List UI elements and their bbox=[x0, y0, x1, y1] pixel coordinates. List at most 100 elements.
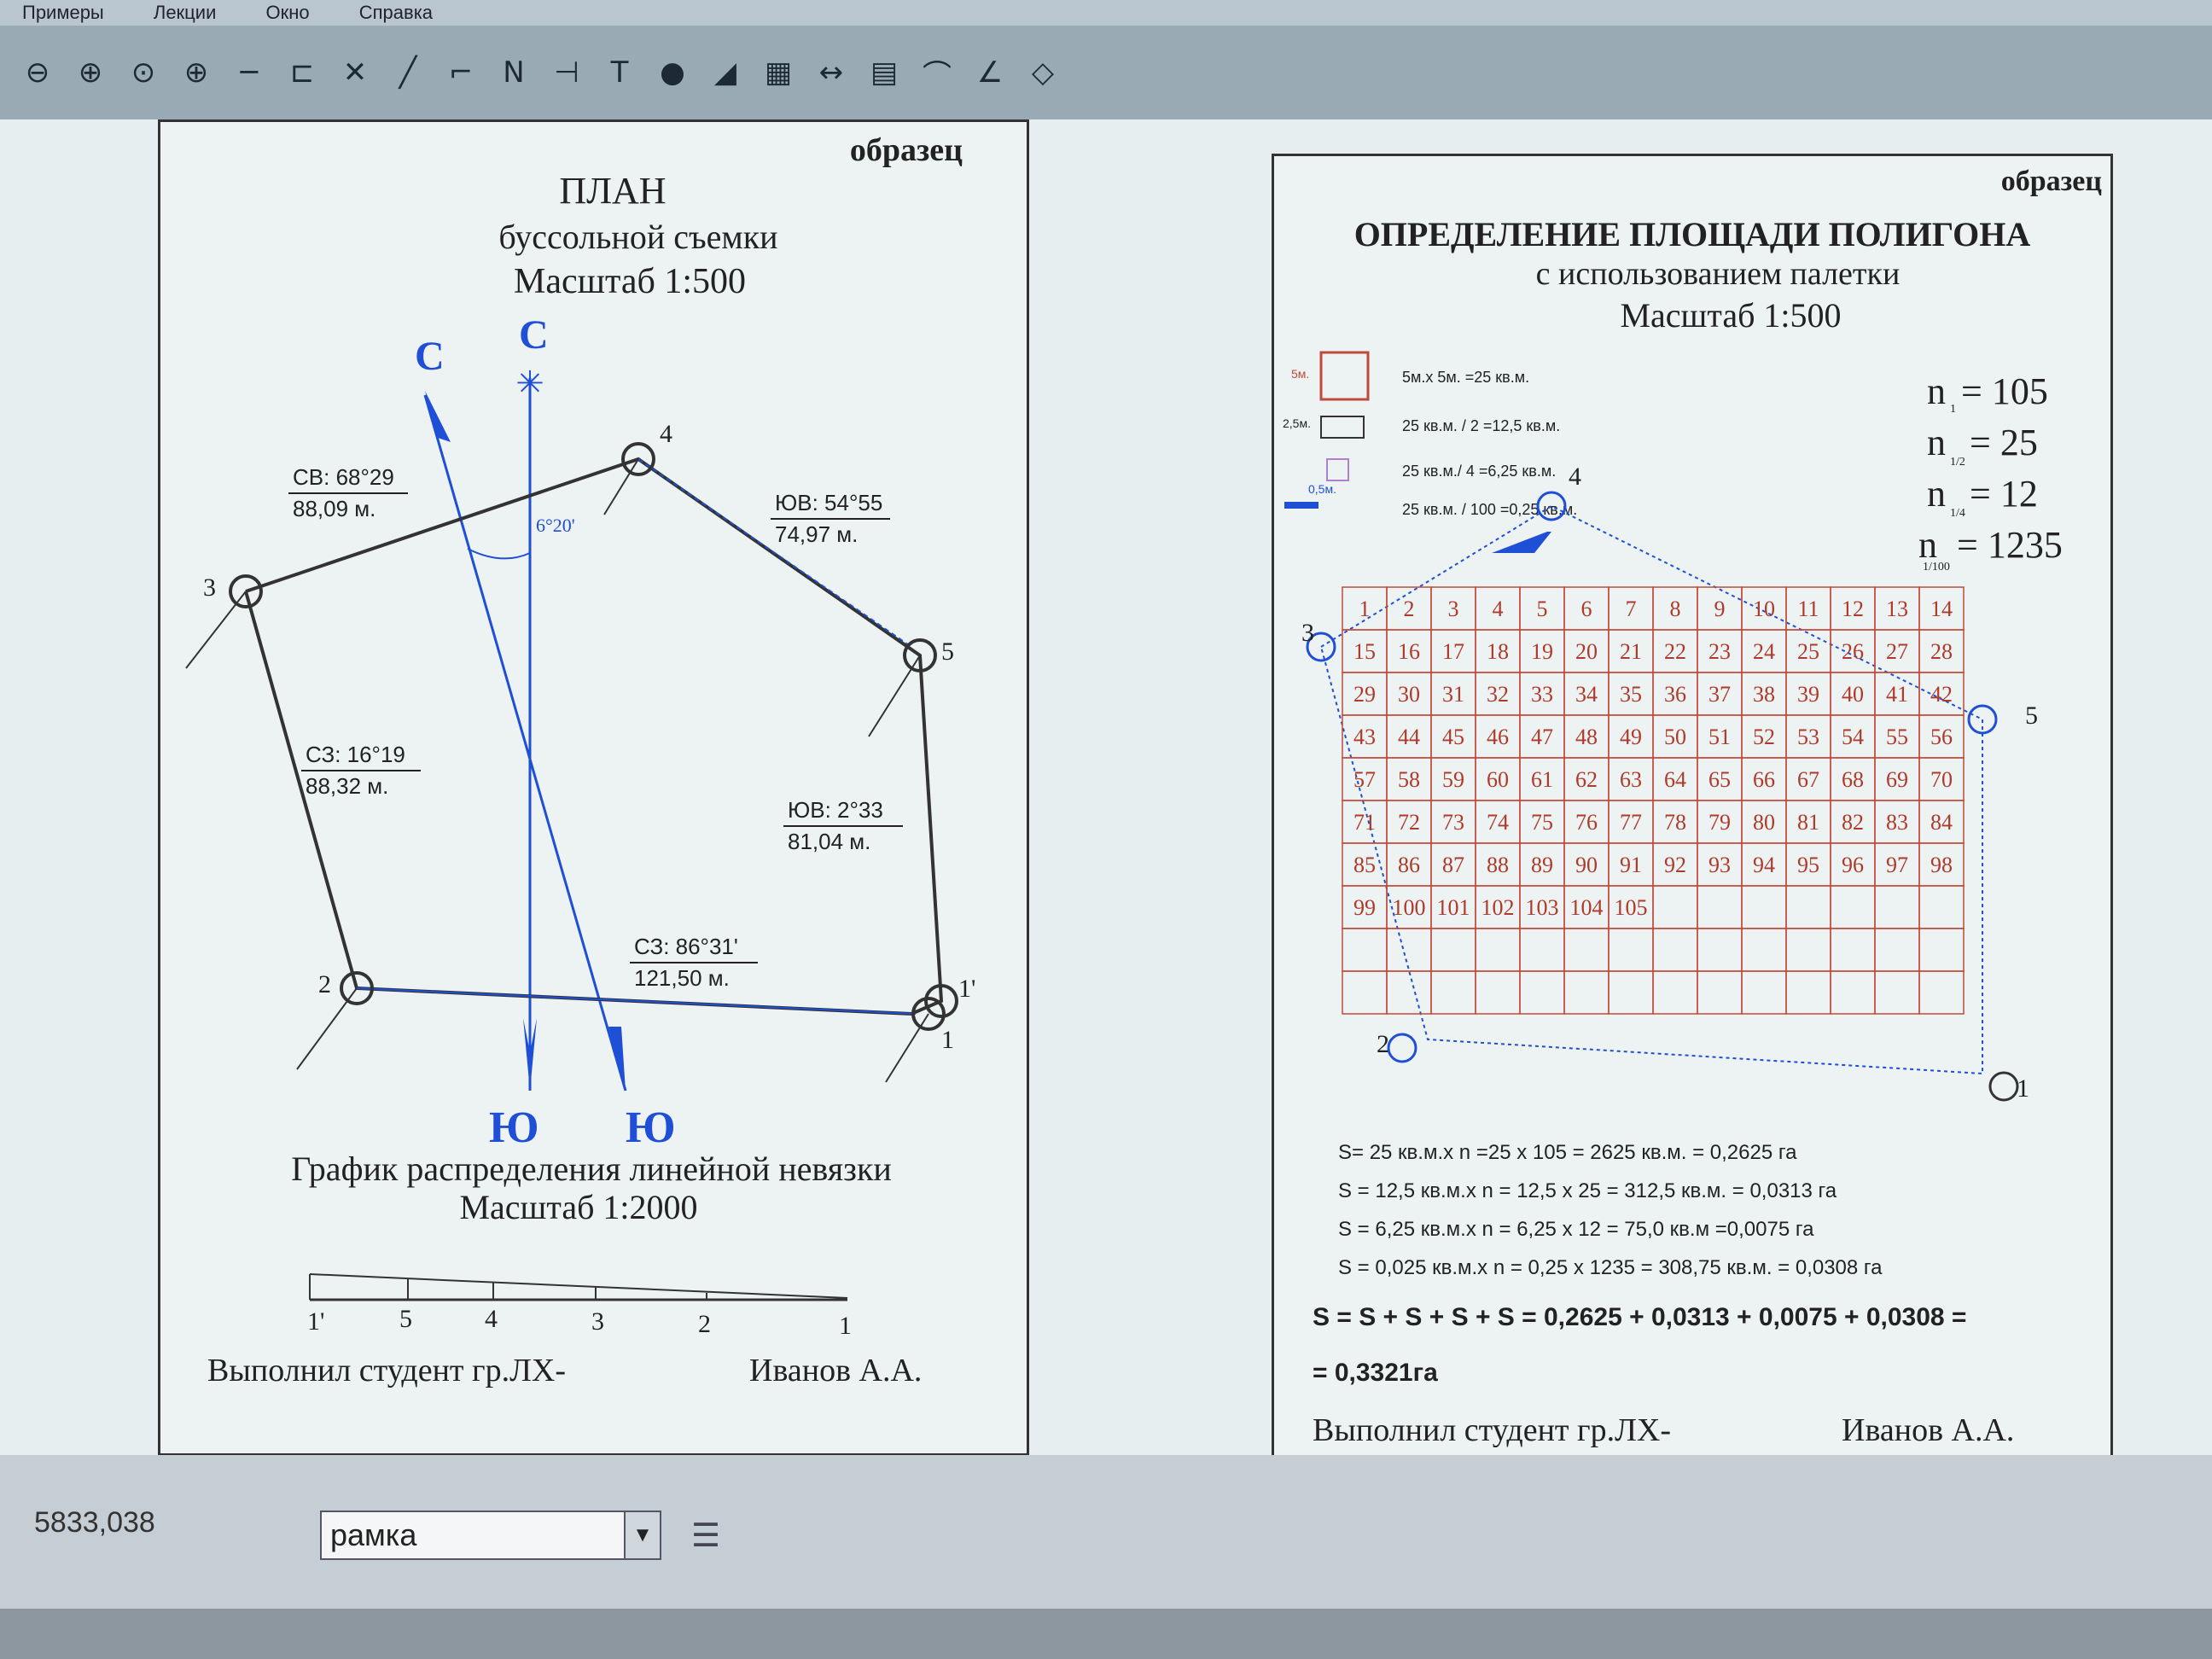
grid-cell-number: 86 bbox=[1398, 853, 1420, 877]
bearing-dir-1-2: СЗ: 86°31' bbox=[634, 934, 738, 959]
graph-title: График распределения линейной невязки bbox=[291, 1150, 892, 1188]
grid-cell bbox=[1608, 928, 1654, 972]
grid-cell-number: 1 bbox=[1359, 597, 1371, 621]
legend-square-half bbox=[1320, 416, 1365, 439]
grid-cell-number: 99 bbox=[1353, 895, 1376, 920]
grid-cell-number: 60 bbox=[1487, 767, 1509, 792]
legend-mark-5m: 5м. bbox=[1291, 367, 1309, 381]
zoom-in-icon[interactable]: ⊕ bbox=[70, 52, 111, 93]
grid-cell-number: 28 bbox=[1930, 639, 1953, 664]
count-n2-sub: 1/2 bbox=[1950, 456, 1965, 469]
area-subtitle: с использованием палетки bbox=[1536, 256, 1901, 292]
formula-3: S = 6,25 кв.м.х n = 6,25 х 12 = 75,0 кв.… bbox=[1338, 1218, 1814, 1241]
area-polygon bbox=[1319, 504, 1983, 1075]
menu-item-window[interactable]: Окно bbox=[243, 0, 331, 26]
left-sheet: образец ПЛАН буссольной съемки Масштаб 1… bbox=[158, 119, 1029, 1456]
grid-cell-number: 58 bbox=[1398, 767, 1420, 792]
grid-icon[interactable]: ▦ bbox=[758, 52, 799, 93]
grid-cell-number: 72 bbox=[1398, 810, 1420, 835]
layer-icon[interactable]: ▤ bbox=[864, 52, 905, 93]
sample-label: образец bbox=[850, 132, 963, 168]
bearing-dir-3-4: СВ: 68°29 bbox=[293, 464, 394, 490]
fill-icon[interactable]: ◢ bbox=[705, 52, 746, 93]
graph-tick-1: 1 bbox=[839, 1312, 852, 1340]
count-n4-sub: 1/4 bbox=[1950, 507, 1965, 520]
snap-icon[interactable]: ⊣ bbox=[546, 52, 587, 93]
north-label-magnetic: С bbox=[415, 334, 445, 379]
grid-cell bbox=[1563, 928, 1610, 972]
pen-icon[interactable]: ╱ bbox=[387, 52, 428, 93]
formula-4: S = 0,025 кв.м.х n = 0,25 х 1235 = 308,7… bbox=[1338, 1256, 1883, 1279]
grid-cell-number: 76 bbox=[1575, 810, 1598, 835]
chevron-down-icon[interactable]: ▼ bbox=[624, 1512, 660, 1558]
grid-cell bbox=[1697, 928, 1743, 972]
grid-cell-number: 64 bbox=[1664, 767, 1686, 792]
grid-cell-number: 100 bbox=[1393, 895, 1426, 920]
plan-scale: Масштаб 1:500 bbox=[514, 262, 746, 301]
grid-cell-number: 82 bbox=[1842, 810, 1864, 835]
bearing-dist-5-1: 81,04 м. bbox=[788, 829, 870, 854]
line-icon[interactable]: ─ bbox=[229, 52, 270, 93]
dimension-icon[interactable]: ↔ bbox=[811, 52, 852, 93]
grid-cell bbox=[1386, 928, 1432, 972]
menu-item-lectures[interactable]: Лекции bbox=[131, 0, 238, 26]
grid-cell-number: 95 bbox=[1797, 853, 1819, 877]
polyline-icon[interactable]: ⌐ bbox=[440, 52, 481, 93]
grid-cell-number: 94 bbox=[1753, 853, 1775, 877]
grid-cell-number: 75 bbox=[1531, 810, 1553, 835]
grid-cell-number: 29 bbox=[1353, 682, 1376, 707]
grid-cell-number: 17 bbox=[1442, 639, 1464, 664]
style-icon[interactable]: ◇ bbox=[1022, 52, 1063, 93]
frame-icon[interactable]: ⊏ bbox=[282, 52, 323, 93]
zoom-out-icon[interactable]: ⊖ bbox=[17, 52, 58, 93]
zoom-window-icon[interactable]: ⊙ bbox=[123, 52, 164, 93]
grid-cell bbox=[1386, 970, 1432, 1015]
north-icon[interactable]: N bbox=[493, 52, 534, 93]
arc-icon[interactable]: ⌒ bbox=[917, 52, 958, 93]
grid-cell-number: 19 bbox=[1531, 639, 1553, 664]
layer-dropdown[interactable]: рамка ▼ bbox=[320, 1511, 661, 1560]
drawing-workspace[interactable]: образец ПЛАН буссольной съемки Масштаб 1… bbox=[0, 119, 2212, 1460]
grid-cell-number: 6 bbox=[1581, 597, 1592, 621]
text-icon[interactable]: T bbox=[599, 52, 640, 93]
north-arrow-icon bbox=[425, 391, 451, 442]
grid-cell bbox=[1830, 885, 1876, 929]
legend-mark-2-5m: 2,5м. bbox=[1283, 416, 1311, 430]
author-name: Иванов А.А. bbox=[1842, 1412, 2014, 1448]
circle-icon[interactable]: ● bbox=[652, 52, 693, 93]
station-1 bbox=[1988, 1071, 2019, 1102]
crosshair-icon[interactable]: ⊕ bbox=[176, 52, 217, 93]
point-label-4: 4 bbox=[1569, 463, 1581, 491]
menu-item-help[interactable]: Справка bbox=[337, 0, 455, 26]
layers-icon[interactable]: ☰ bbox=[691, 1516, 720, 1555]
grid-cell-number: 89 bbox=[1531, 853, 1553, 877]
grid-cell-number: 13 bbox=[1886, 597, 1908, 621]
grid-cell-number: 20 bbox=[1575, 639, 1598, 664]
legend-square-quarter bbox=[1326, 458, 1349, 481]
grid-cell-number: 37 bbox=[1708, 682, 1731, 707]
angle-icon[interactable]: ∠ bbox=[969, 52, 1010, 93]
point-label-2: 2 bbox=[318, 970, 331, 998]
grid-cell-number: 88 bbox=[1487, 853, 1509, 877]
grid-cell-number: 36 bbox=[1664, 682, 1686, 707]
grid-cell-number: 77 bbox=[1620, 810, 1642, 835]
grid-cell bbox=[1830, 928, 1876, 972]
grid-cell-number: 104 bbox=[1570, 895, 1604, 920]
declination-angle: 6°20' bbox=[536, 515, 575, 536]
delete-icon[interactable]: ✕ bbox=[335, 52, 375, 93]
grid-cell-number: 23 bbox=[1708, 639, 1731, 664]
grid-cell-number: 54 bbox=[1842, 725, 1864, 749]
hundredth-fill bbox=[1492, 532, 1551, 553]
grid-cell bbox=[1874, 928, 1920, 972]
bearing-dir-2-3: СЗ: 16°19 bbox=[306, 742, 405, 767]
graph-tick-3: 3 bbox=[591, 1307, 604, 1336]
grid-cell bbox=[1741, 928, 1787, 972]
station-2 bbox=[1387, 1033, 1417, 1063]
count-n4-label: n bbox=[1927, 473, 1946, 515]
count-n1-label: n bbox=[1927, 370, 1946, 412]
palette-grid: 1 2 3 4 5 6 7 8 9 10 11 12 13 1415 16 17 18 19 20 21 22 23 24 2… bbox=[1342, 586, 1965, 1015]
menu-item-examples[interactable]: Примеры bbox=[0, 0, 126, 26]
counts-block: n 1 = 105 n 1/2 = 25 n 1/4 = 12 n 1/100 … bbox=[1918, 370, 2063, 573]
grid-cell-number: 93 bbox=[1708, 853, 1731, 877]
grid-cell-number: 70 bbox=[1930, 767, 1953, 792]
